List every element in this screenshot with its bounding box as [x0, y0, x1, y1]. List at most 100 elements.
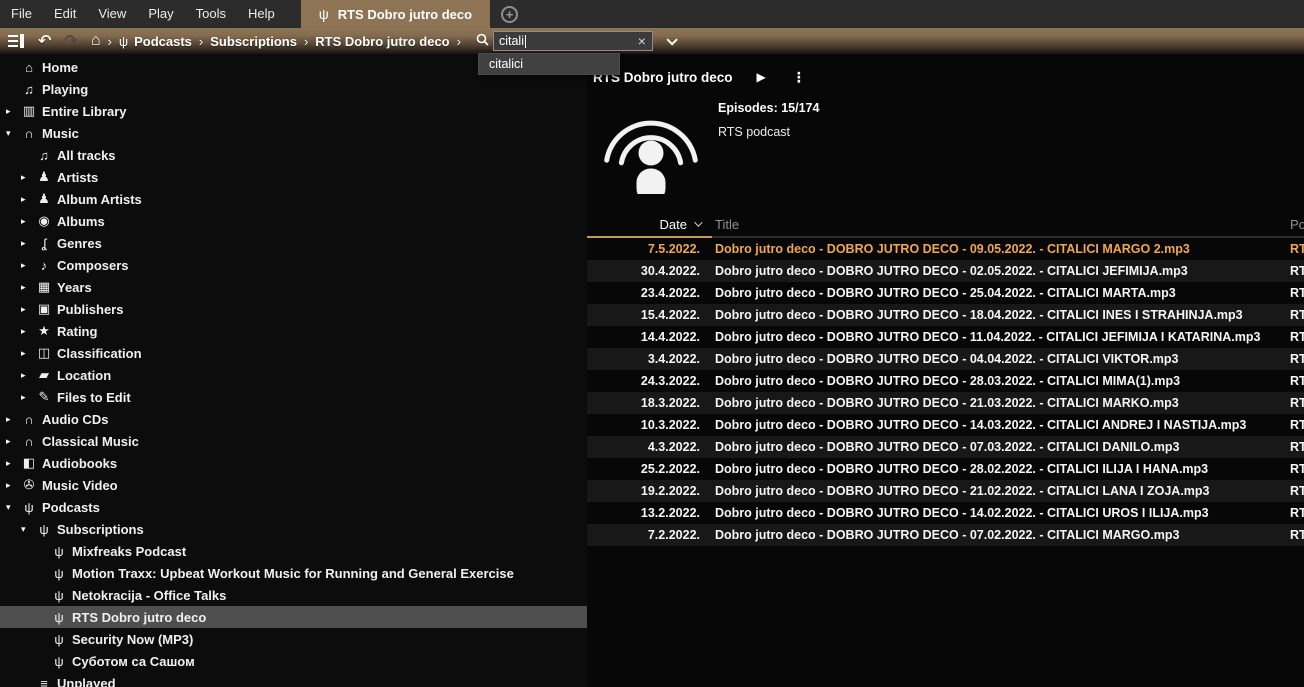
sidebar-item-music-video[interactable]: ▸ ✇ Music Video: [0, 474, 587, 496]
sidebar-item-album-artists[interactable]: ▸ ♟ Album Artists: [0, 188, 587, 210]
breadcrumb-current-podcast[interactable]: RTS Dobro jutro deco: [315, 34, 449, 49]
tree-expander-icon[interactable]: ▸: [21, 216, 35, 227]
menu-file[interactable]: File: [0, 0, 43, 28]
sidebar-item-files-to-edit[interactable]: ▸ ✎ Files to Edit: [0, 386, 587, 408]
back-icon[interactable]: ↶: [38, 31, 51, 51]
breadcrumb-subscriptions[interactable]: Subscriptions: [210, 34, 297, 49]
tree-expander-icon[interactable]: ▸: [6, 458, 20, 469]
sidebar-item-label: Rating: [57, 324, 97, 339]
play-icon[interactable]: ▶: [757, 70, 766, 84]
sidebar-item-label: Audio CDs: [42, 412, 108, 427]
episode-row[interactable]: 19.2.2022. Dobro jutro deco - DOBRO JUTR…: [587, 480, 1304, 502]
menu-help[interactable]: Help: [237, 0, 286, 28]
episode-row[interactable]: 30.4.2022. Dobro jutro deco - DOBRO JUTR…: [587, 260, 1304, 282]
episode-date: 7.2.2022.: [587, 524, 712, 546]
search-options-chevron-down-icon[interactable]: [666, 34, 674, 49]
episode-row[interactable]: 14.4.2022. Dobro jutro deco - DOBRO JUTR…: [587, 326, 1304, 348]
search-suggestion-item[interactable]: citalici: [479, 54, 619, 74]
more-options-kebab-icon[interactable]: ⋮: [792, 69, 806, 86]
episode-row[interactable]: 7.5.2022. Dobro jutro deco - DOBRO JUTRO…: [587, 238, 1304, 260]
sidebar-item-publishers[interactable]: ▸ ▣ Publishers: [0, 298, 587, 320]
tab-rts-dobro-jutro-deco[interactable]: ψ RTS Dobro jutro deco: [301, 0, 490, 28]
episode-row[interactable]: 4.3.2022. Dobro jutro deco - DOBRO JUTRO…: [587, 436, 1304, 458]
episode-row[interactable]: 3.4.2022. Dobro jutro deco - DOBRO JUTRO…: [587, 348, 1304, 370]
sidebar-item-composers[interactable]: ▸ ♪ Composers: [0, 254, 587, 276]
sidebar-item-unplayed[interactable]: ≡ Unplayed: [0, 672, 587, 687]
episode-date: 14.4.2022.: [587, 326, 712, 348]
tree-expander-icon[interactable]: ▸: [21, 172, 35, 183]
sidebar-item-subscriptions[interactable]: ▾ ψ Subscriptions: [0, 518, 587, 540]
episode-row[interactable]: 7.2.2022. Dobro jutro deco - DOBRO JUTRO…: [587, 524, 1304, 546]
tree-expander-icon[interactable]: ▸: [21, 304, 35, 315]
episode-row[interactable]: 25.2.2022. Dobro jutro deco - DOBRO JUTR…: [587, 458, 1304, 480]
sidebar-item-motion-traxx-upbeat-workout-music-for-running-and-general-exercise[interactable]: ψ Motion Traxx: Upbeat Workout Music for…: [0, 562, 587, 584]
menu-view[interactable]: View: [87, 0, 137, 28]
sidebar-item-mixfreaks-podcast[interactable]: ψ Mixfreaks Podcast: [0, 540, 587, 562]
sidebar-item-entire-library[interactable]: ▸ ▥ Entire Library: [0, 100, 587, 122]
tree-expander-icon[interactable]: ▸: [21, 238, 35, 249]
sidebar-item-netokracija-office-talks[interactable]: ψ Netokracija - Office Talks: [0, 584, 587, 606]
tree-expander-icon[interactable]: ▸: [21, 326, 35, 337]
sidebar-item-rating[interactable]: ▸ ★ Rating: [0, 320, 587, 342]
tree-expander-icon[interactable]: ▸: [21, 370, 35, 381]
menu-play[interactable]: Play: [137, 0, 184, 28]
tree-expander-icon[interactable]: ▸: [6, 414, 20, 425]
sidebar-item-суботом-са-сашом[interactable]: ψ Суботом са Сашом: [0, 650, 587, 672]
playlist-icon: ♫: [35, 148, 53, 163]
tree-expander-icon[interactable]: ▸: [21, 392, 35, 403]
column-header-title[interactable]: Title: [712, 212, 1290, 238]
breadcrumb-podcasts[interactable]: Podcasts: [134, 34, 192, 49]
tree-expander-icon[interactable]: ▸: [6, 436, 20, 447]
toggle-panels-icon[interactable]: [8, 34, 25, 48]
podcast-icon: ψ: [50, 544, 68, 559]
tree-expander-icon[interactable]: ▸: [6, 106, 20, 117]
sidebar-item-music[interactable]: ▾ ∩ Music: [0, 122, 587, 144]
episode-row[interactable]: 13.2.2022. Dobro jutro deco - DOBRO JUTR…: [587, 502, 1304, 524]
podcast-artwork: [597, 96, 705, 194]
podcast-icon: ψ: [119, 34, 128, 49]
tree-expander-icon[interactable]: ▸: [6, 480, 20, 491]
home-icon[interactable]: ⌂: [91, 32, 101, 50]
episode-row[interactable]: 10.3.2022. Dobro jutro deco - DOBRO JUTR…: [587, 414, 1304, 436]
column-header-podcast[interactable]: Podcast: [1290, 212, 1304, 238]
navigation-toolbar: ↶ ↷ ⌂ › ψ Podcasts › Subscriptions › RTS…: [0, 28, 1304, 54]
sidebar-item-playing[interactable]: ♫ Playing: [0, 78, 587, 100]
sidebar-item-all-tracks[interactable]: ♫ All tracks: [0, 144, 587, 166]
sidebar-item-label: Music: [42, 126, 79, 141]
episode-row[interactable]: 23.4.2022. Dobro jutro deco - DOBRO JUTR…: [587, 282, 1304, 304]
clear-search-icon[interactable]: ×: [638, 34, 646, 48]
tree-expander-icon[interactable]: ▸: [21, 282, 35, 293]
sidebar-item-rts-dobro-jutro-deco[interactable]: ψ RTS Dobro jutro deco: [0, 606, 587, 628]
sidebar-item-artists[interactable]: ▸ ♟ Artists: [0, 166, 587, 188]
sidebar-item-label: Classical Music: [42, 434, 139, 449]
sidebar-item-classification[interactable]: ▸ ◫ Classification: [0, 342, 587, 364]
sidebar-item-label: Albums: [57, 214, 105, 229]
podcast-icon: ψ: [319, 6, 329, 22]
sidebar-item-audiobooks[interactable]: ▸ ◧ Audiobooks: [0, 452, 587, 474]
sidebar-item-years[interactable]: ▸ ▦ Years: [0, 276, 587, 298]
tree-expander-icon[interactable]: ▸: [21, 260, 35, 271]
tree-expander-icon[interactable]: ▸: [21, 194, 35, 205]
sidebar-item-albums[interactable]: ▸ ◉ Albums: [0, 210, 587, 232]
tree-expander-icon[interactable]: ▾: [21, 524, 35, 535]
tree-expander-icon[interactable]: ▸: [21, 348, 35, 359]
new-tab-button[interactable]: +: [501, 6, 518, 23]
sidebar-item-podcasts[interactable]: ▾ ψ Podcasts: [0, 496, 587, 518]
tree-expander-icon[interactable]: ▾: [6, 128, 20, 139]
column-header-date[interactable]: Date: [587, 212, 712, 238]
sidebar-item-genres[interactable]: ▸ ʆ Genres: [0, 232, 587, 254]
folder-icon: ▰: [35, 367, 53, 383]
menu-edit[interactable]: Edit: [43, 0, 87, 28]
sidebar-item-location[interactable]: ▸ ▰ Location: [0, 364, 587, 386]
sidebar-item-audio-cds[interactable]: ▸ ∩ Audio CDs: [0, 408, 587, 430]
episode-row[interactable]: 15.4.2022. Dobro jutro deco - DOBRO JUTR…: [587, 304, 1304, 326]
search-area: citali × citalici: [476, 31, 653, 51]
forward-icon[interactable]: ↷: [64, 31, 77, 51]
sidebar-item-classical-music[interactable]: ▸ ∩ Classical Music: [0, 430, 587, 452]
search-input[interactable]: citali ×: [493, 31, 653, 51]
menu-tools[interactable]: Tools: [185, 0, 237, 28]
tree-expander-icon[interactable]: ▾: [6, 502, 20, 513]
episode-row[interactable]: 24.3.2022. Dobro jutro deco - DOBRO JUTR…: [587, 370, 1304, 392]
sidebar-item-security-now-mp3-[interactable]: ψ Security Now (MP3): [0, 628, 587, 650]
episode-row[interactable]: 18.3.2022. Dobro jutro deco - DOBRO JUTR…: [587, 392, 1304, 414]
